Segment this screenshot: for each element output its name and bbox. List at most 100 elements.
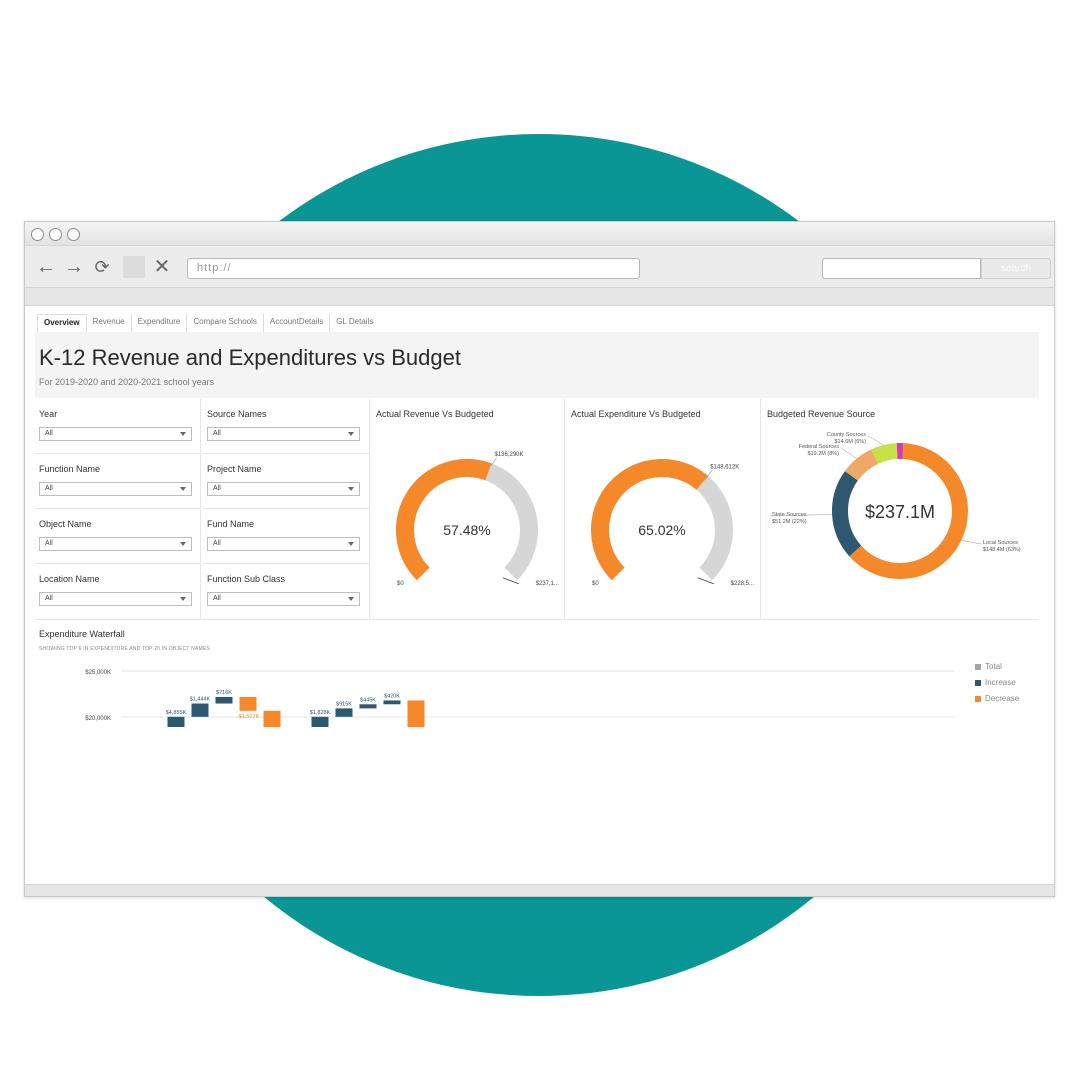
tab-expenditure[interactable]: Expenditure [132,314,188,332]
back-arrow-icon[interactable]: ← [35,256,57,278]
donut-leader-line [840,447,857,459]
filter-label: Fund Name [207,519,255,529]
browser-window: ← → ⟳ ✕ http:// search Overview Revenue … [24,221,1055,897]
select-value: All [213,430,221,437]
donut-slice-name: County Sources [827,432,866,438]
select-value: All [45,595,53,602]
tab-compare-schools[interactable]: Compare Schools [187,314,264,332]
donut-center-label: $237.1M [865,502,935,522]
home-button[interactable] [123,256,145,278]
chevron-down-icon [180,597,186,601]
donut-slice-value: $51.2M (22%) [772,519,807,525]
revenue-source-panel: Budgeted Revenue Source $237.1M Local Sou… [760,399,1039,619]
gauge-actual-label: $148,612K [710,464,739,470]
stage: ← → ⟳ ✕ http:// search Overview Revenue … [0,0,1080,1080]
waterfall-bar-label: $1,828K [310,710,331,716]
waterfall-bar-label: -$1,507K [237,714,260,720]
donut-slice-name: Federal Sources [799,444,840,450]
waterfall-subtitle: SHOWING TOP 6 IN EXPENDITURE AND TOP 20 … [39,646,210,652]
section-divider [35,619,1039,620]
donut-leader-line [867,435,884,446]
filters-divider [200,399,201,619]
y-tick-label: $25,000K [85,670,111,676]
function-name-select[interactable]: All [39,482,192,496]
waterfall-bar [335,708,353,717]
forward-arrow-icon[interactable]: → [63,256,85,278]
waterfall-bar [407,700,425,727]
window-close-dot[interactable] [31,228,44,241]
close-x-icon[interactable]: ✕ [151,256,173,278]
url-input[interactable]: http:// [187,258,640,279]
filter-project-name: Project Name All [203,454,369,509]
donut-slice-name: Local Sources [983,540,1018,546]
waterfall-bar [215,696,233,704]
chevron-down-icon [348,432,354,436]
filter-year: Year All [35,399,201,454]
filter-fund-name: Fund Name All [203,509,369,564]
dashboard-header: K-12 Revenue and Expenditures vs Budget … [35,332,1039,398]
filter-function-sub-class: Function Sub Class All [203,564,369,619]
tab-account-details[interactable]: AccountDetails [264,314,331,332]
revenue-gauge-panel: Actual Revenue Vs Budgeted 57.48% $136,29… [369,399,564,619]
window-minimize-dot[interactable] [49,228,62,241]
gauge-actual-label: $136,290K [494,452,523,458]
chevron-down-icon [348,597,354,601]
waterfall-legend: Total Increase Decrease [975,662,1019,710]
select-value: All [213,540,221,547]
legend-swatch [975,664,981,670]
waterfall-bar [263,710,281,727]
source-names-select[interactable]: All [207,427,360,441]
location-name-select[interactable]: All [39,592,192,606]
filter-label: Function Name [39,464,101,474]
waterfall-bar-label: $445K [360,697,376,703]
window-titlebar [25,222,1054,246]
waterfall-bar [191,703,209,717]
donut-leader-line [961,540,982,545]
filter-label: Source Names [207,409,267,419]
chevron-down-icon [180,432,186,436]
waterfall-bar [383,700,401,705]
waterfall-bar-label: $1,444K [190,697,211,703]
dashboard-content: Overview Revenue Expenditure Compare Sch… [25,306,1054,896]
chevron-down-icon [180,542,186,546]
filter-label: Year [39,409,58,419]
filters-panel: Year All Source Names All Function Name … [35,399,369,619]
revenue-source-donut: $237.1MLocal Sources$148.4M (63%)State S… [769,432,1021,579]
filter-location-name: Location Name All [35,564,201,619]
expenditure-waterfall-chart: $25,000K $20,000K $4,855K $1,444K $716K -$1,5… [85,670,955,727]
tab-revenue[interactable]: Revenue [87,314,132,332]
search-input[interactable] [822,258,981,279]
select-value: All [213,595,221,602]
legend-item-increase[interactable]: Increase [975,678,1019,694]
year-select[interactable]: All [39,427,192,441]
window-zoom-dot[interactable] [67,228,80,241]
filter-label: Object Name [39,519,92,529]
waterfall-bar [167,716,185,727]
tab-overview[interactable]: Overview [37,314,87,332]
waterfall-bar-label: $4,855K [166,710,187,716]
tab-gl-details[interactable]: GL Details [330,314,379,332]
revenue-gauge-chart: 57.48% $136,290K $0 $237,1... [396,452,559,587]
waterfall-bar [359,704,377,709]
bookmarks-strip [25,288,1054,306]
select-value: All [213,485,221,492]
gauge-fill [591,459,709,581]
donut-slice-state-sources [832,471,862,557]
function-sub-class-select[interactable]: All [207,592,360,606]
donut-slice-value: $19.2M (8%) [808,451,840,457]
gauge-fill [396,459,492,581]
filter-label: Function Sub Class [207,574,286,584]
project-name-select[interactable]: All [207,482,360,496]
search-button[interactable]: search [981,258,1051,279]
object-name-select[interactable]: All [39,537,192,551]
legend-item-total[interactable]: Total [975,662,1019,678]
waterfall-bar-label: $716K [216,690,232,696]
filter-label: Project Name [207,464,262,474]
legend-item-decrease[interactable]: Decrease [975,694,1019,710]
reload-icon[interactable]: ⟳ [91,256,113,278]
page-subtitle: For 2019-2020 and 2020-2021 school years [39,377,215,387]
fund-name-select[interactable]: All [207,537,360,551]
gauge-min-label: $0 [397,581,404,587]
filter-label: Location Name [39,574,100,584]
filter-function-name: Function Name All [35,454,201,509]
